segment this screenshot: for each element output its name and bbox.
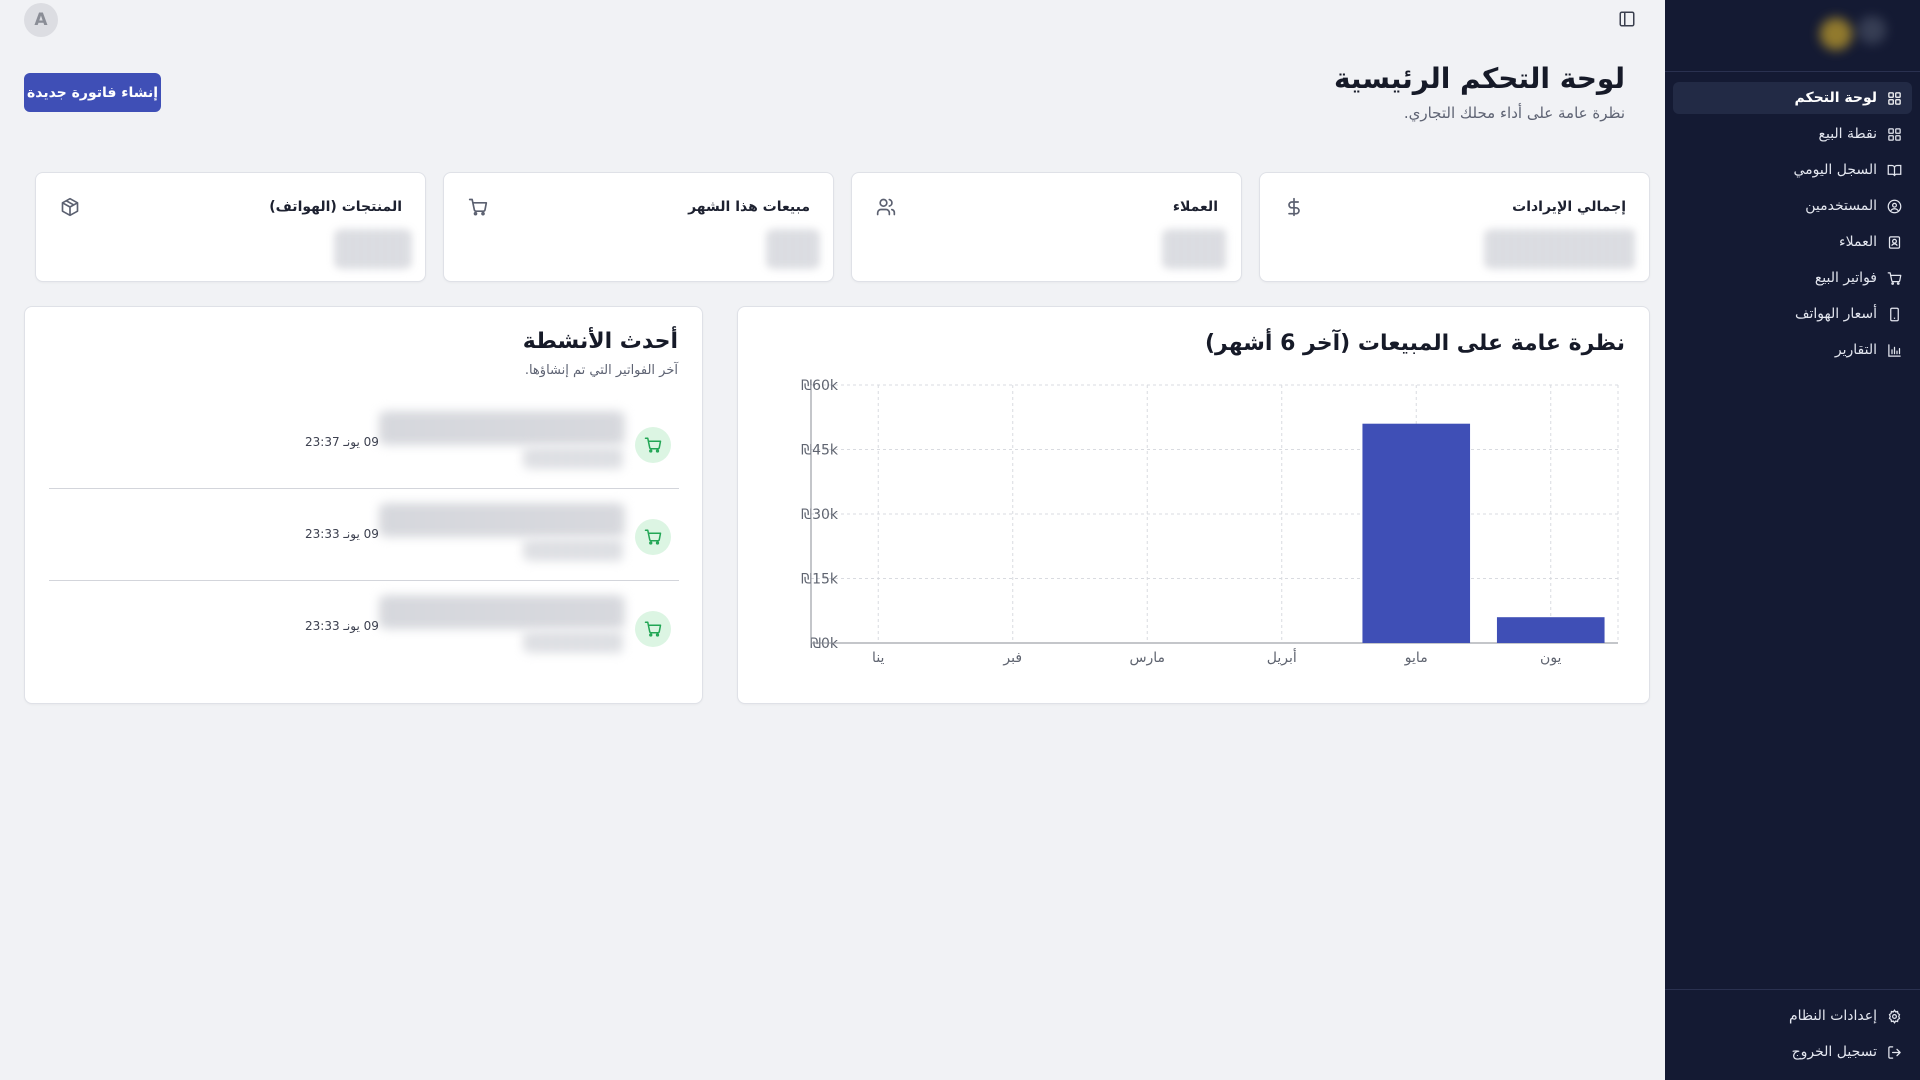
stat-value-redacted xyxy=(767,229,819,269)
stat-label: مبيعات هذا الشهر xyxy=(688,199,810,215)
logout-icon xyxy=(1887,1045,1902,1060)
sidebar-item-daily-log[interactable]: السجل اليومي xyxy=(1673,154,1912,186)
sidebar-item-label: أسعار الهواتف xyxy=(1795,306,1877,322)
sidebar-item-label: فواتير البيع xyxy=(1814,270,1877,286)
page-title: لوحة التحكم الرئيسية xyxy=(1333,62,1625,95)
stat-card-revenue: إجمالي الإيرادات xyxy=(1259,172,1650,282)
activity-text-redacted xyxy=(380,595,624,629)
sidebar-item-label: لوحة التحكم xyxy=(1794,90,1877,106)
y-tick-label: ₪30k xyxy=(801,507,839,523)
cart-icon xyxy=(635,427,671,463)
activity-subtitle: آخر الفواتير التي تم إنشاؤها. xyxy=(524,363,678,378)
x-tick-label: ينا xyxy=(872,650,884,666)
panel-icon[interactable] xyxy=(1618,10,1636,28)
sidebar-item-sales-invoices[interactable]: فواتير البيع xyxy=(1673,262,1912,294)
activity-amount-redacted xyxy=(524,447,624,469)
cart-icon xyxy=(468,197,488,217)
stat-label: إجمالي الإيرادات xyxy=(1512,199,1626,215)
y-tick-label: ₪15k xyxy=(801,572,839,588)
grid-icon xyxy=(1887,127,1902,142)
y-tick-label: ₪0k xyxy=(810,636,839,652)
y-tick-label: ₪60k xyxy=(801,378,839,394)
chart-bar xyxy=(1362,423,1471,643)
cart-icon xyxy=(635,519,671,555)
contact-icon xyxy=(1887,235,1902,250)
sidebar-item-logout[interactable]: تسجيل الخروج xyxy=(1673,1036,1912,1068)
sidebar-item-pos[interactable]: نقطة البيع xyxy=(1673,118,1912,150)
user-circle-icon xyxy=(1887,199,1902,214)
sidebar-item-settings[interactable]: إعدادات النظام xyxy=(1673,1000,1912,1032)
activity-amount-redacted xyxy=(524,631,624,653)
sidebar-bottom: إعدادات النظام تسجيل الخروج xyxy=(1665,989,1920,1080)
recent-activity-card: أحدث الأنشطة آخر الفواتير التي تم إنشاؤه… xyxy=(24,306,703,704)
chart-bar xyxy=(1496,617,1605,643)
sidebar-item-phone-prices[interactable]: أسعار الهواتف xyxy=(1673,298,1912,330)
sidebar-item-label: السجل اليومي xyxy=(1793,162,1877,178)
stat-label: المنتجات (الهواتف) xyxy=(269,199,402,215)
sidebar-item-label: التقارير xyxy=(1834,342,1877,358)
activity-item[interactable]: 09 يونـ 23:33 xyxy=(49,581,679,673)
y-tick-label: ₪45k xyxy=(801,443,839,459)
grid-icon xyxy=(1887,91,1902,106)
stat-value-redacted xyxy=(1163,229,1227,269)
stat-card-products: المنتجات (الهواتف) xyxy=(35,172,426,282)
brand-logo xyxy=(1665,0,1920,72)
dollar-icon xyxy=(1284,197,1304,217)
stat-value-redacted xyxy=(1485,229,1635,269)
x-tick-label: يون xyxy=(1540,650,1562,666)
activity-time: 09 يونـ 23:33 xyxy=(305,619,379,633)
sidebar-item-label: إعدادات النظام xyxy=(1788,1008,1877,1024)
book-icon xyxy=(1887,163,1902,178)
stat-value-redacted xyxy=(335,229,411,269)
stat-label: العملاء xyxy=(1172,199,1218,215)
cart-icon xyxy=(1887,271,1902,286)
activity-item[interactable]: 09 يونـ 23:37 xyxy=(49,397,679,489)
sidebar-item-label: تسجيل الخروج xyxy=(1791,1044,1877,1060)
activity-text-redacted xyxy=(380,411,624,445)
users-icon xyxy=(876,197,896,217)
sidebar-item-label: العملاء xyxy=(1839,234,1877,250)
new-invoice-button[interactable]: إنشاء فاتورة جديدة xyxy=(24,73,161,112)
sidebar: لوحة التحكم نقطة البيع السجل اليومي المس… xyxy=(1665,0,1920,1080)
package-icon xyxy=(60,197,80,217)
sidebar-item-customers[interactable]: العملاء xyxy=(1673,226,1912,258)
sidebar-item-label: نقطة البيع xyxy=(1818,126,1877,142)
activity-title: أحدث الأنشطة xyxy=(522,329,678,354)
sales-bar-chart: ₪0k ₪15k ₪30k ₪45k ₪60k ينا فبر مارس أبريل مايو يو… xyxy=(801,378,1619,666)
stat-card-monthly-sales: مبيعات هذا الشهر xyxy=(443,172,834,282)
sidebar-item-users[interactable]: المستخدمين xyxy=(1673,190,1912,222)
activity-text-redacted xyxy=(380,503,624,537)
sidebar-item-label: المستخدمين xyxy=(1805,198,1877,214)
cart-icon xyxy=(635,611,671,647)
sidebar-item-dashboard[interactable]: لوحة التحكم xyxy=(1673,82,1912,114)
sales-overview-card: نظرة عامة على المبيعات (آخر 6 أشهر) ₪0k ₪… xyxy=(737,306,1650,704)
activity-item[interactable]: 09 يونـ 23:33 xyxy=(49,489,679,581)
bar-chart-icon xyxy=(1887,343,1902,358)
x-tick-label: فبر xyxy=(1002,650,1022,666)
activity-amount-redacted xyxy=(524,539,624,561)
activity-time: 09 يونـ 23:33 xyxy=(305,527,379,541)
x-tick-label: أبريل xyxy=(1267,648,1297,666)
gear-icon xyxy=(1887,1009,1902,1024)
x-tick-label: مارس xyxy=(1129,650,1165,666)
stat-card-customers: العملاء xyxy=(851,172,1242,282)
user-avatar[interactable]: A xyxy=(24,3,58,37)
phone-icon xyxy=(1887,307,1902,322)
page-subtitle: نظرة عامة على أداء محلك التجاري. xyxy=(1403,104,1625,122)
sidebar-item-reports[interactable]: التقارير xyxy=(1673,334,1912,366)
sidebar-nav: لوحة التحكم نقطة البيع السجل اليومي المس… xyxy=(1665,72,1920,380)
activity-time: 09 يونـ 23:37 xyxy=(305,435,379,449)
x-tick-label: مايو xyxy=(1404,650,1428,666)
